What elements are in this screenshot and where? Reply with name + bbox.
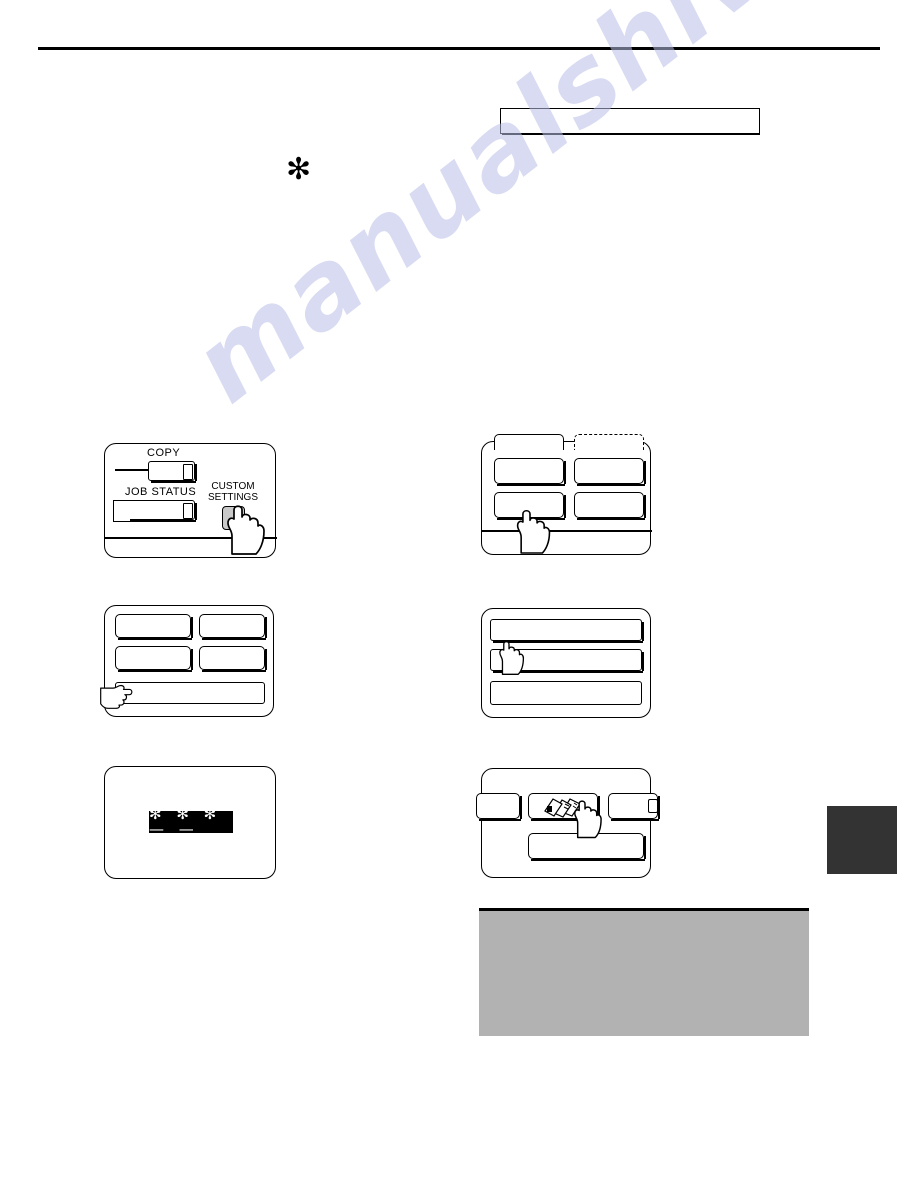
- menu-button-4[interactable]: [574, 492, 646, 520]
- custom-settings-label-line1: CUSTOM: [211, 481, 255, 492]
- settings-button-3[interactable]: [115, 646, 193, 672]
- job-status-key-label: JOB STATUS: [125, 486, 197, 498]
- program-row-3[interactable]: [490, 681, 642, 705]
- header-caption-box: [500, 108, 760, 134]
- screen-tab-2[interactable]: [574, 434, 644, 450]
- settings-button-1[interactable]: [115, 614, 193, 640]
- header-rule: [38, 47, 880, 50]
- function-button-left[interactable]: [476, 793, 522, 821]
- settings-button-2[interactable]: [199, 614, 267, 640]
- copy-key-indicator: [183, 464, 193, 480]
- screen-tab-1[interactable]: [494, 434, 564, 450]
- hand-cursor-step-6: [566, 795, 604, 839]
- copy-key-label: COPY: [147, 447, 181, 459]
- job-status-key-indicator: [183, 503, 193, 519]
- hand-cursor-step-1: [216, 500, 268, 556]
- password-display-value: ✻ ✻ ✻ — —: [149, 805, 222, 838]
- gray-note-block: [479, 908, 809, 1036]
- settings-bottom-bar[interactable]: [115, 682, 265, 704]
- watermark-text: manualshive.com: [170, 0, 918, 427]
- copy-key-lead-line: [115, 469, 149, 471]
- settings-button-4[interactable]: [199, 646, 267, 672]
- hand-cursor-step-2: [507, 505, 553, 555]
- chapter-edge-tab: [827, 806, 897, 874]
- hand-cursor-step-3: [100, 679, 134, 709]
- job-status-key-lead-line: [113, 500, 130, 522]
- menu-button-1[interactable]: [494, 458, 566, 486]
- menu-button-2[interactable]: [574, 458, 646, 486]
- step-5-password-entry: ✻ ✻ ✻ — —: [104, 766, 276, 879]
- function-button-right-indicator: [648, 799, 658, 813]
- footnote-asterisk-icon: ✻: [286, 152, 312, 187]
- hand-cursor-step-4: [492, 636, 526, 676]
- header-caption-box-shadow: [502, 133, 760, 135]
- password-display: ✻ ✻ ✻ — —: [149, 807, 233, 837]
